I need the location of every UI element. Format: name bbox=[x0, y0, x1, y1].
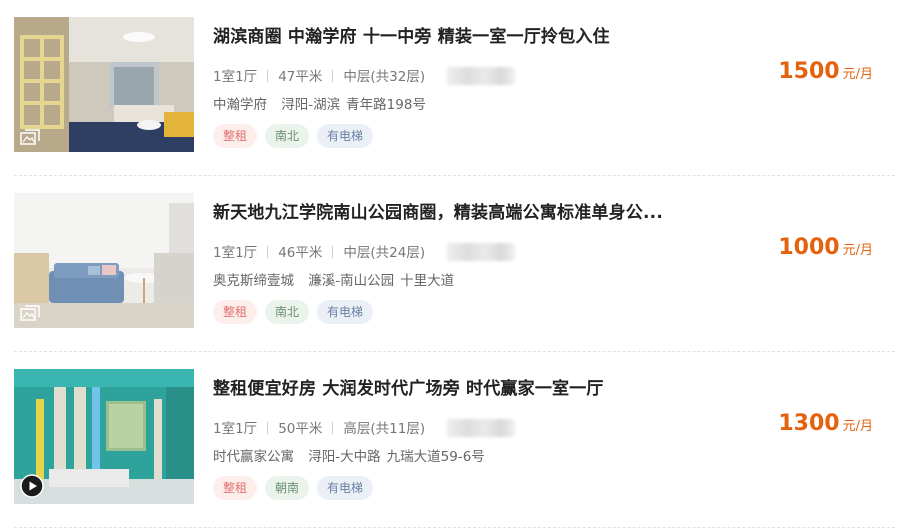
tag-rent-type: 整租 bbox=[213, 476, 258, 500]
room-layout: 1室1厅 bbox=[213, 421, 258, 437]
listing-tags: 整租 南北 有电梯 bbox=[213, 300, 381, 324]
price-unit: 元/月 bbox=[842, 243, 873, 258]
tag-rent-type: 整租 bbox=[213, 124, 258, 148]
price-value: 1500 bbox=[778, 59, 840, 84]
listing-item[interactable]: 新天地九江学院南山公园商圈，精装高端公寓标准单身公... 1室1厅 46平米 中层(… bbox=[0, 176, 899, 352]
listing-title[interactable]: 湖滨商圈 中瀚学府 十一中旁 精装一室一厅拎包入住 bbox=[213, 22, 610, 47]
tag-orientation: 朝南 bbox=[265, 476, 310, 500]
divider bbox=[332, 246, 334, 258]
road-text: 青年路198号 bbox=[346, 97, 426, 113]
room-floor: 高层(共11层) bbox=[343, 421, 426, 437]
price-unit: 元/月 bbox=[842, 67, 873, 82]
listing-photo[interactable] bbox=[14, 369, 194, 504]
listing-list: 湖滨商圈 中瀚学府 十一中旁 精装一室一厅拎包入住 1室1厅 47平米 中层(共32… bbox=[0, 0, 899, 528]
listing-address: 时代赢家公寓 浔阳-大中路 九瑞大道59-6号 bbox=[213, 445, 485, 465]
room-layout: 1室1厅 bbox=[213, 245, 258, 261]
community-link[interactable]: 中瀚学府 bbox=[213, 97, 267, 113]
price-value: 1300 bbox=[778, 411, 840, 436]
room-area: 50平米 bbox=[278, 421, 323, 437]
gallery-icon bbox=[20, 129, 40, 146]
district-link[interactable]: 浔阳-大中路 bbox=[308, 449, 380, 465]
blurred-info bbox=[447, 419, 516, 437]
gallery-icon bbox=[20, 305, 40, 322]
district-link[interactable]: 浔阳-湖滨 bbox=[281, 97, 340, 113]
tag-elevator: 有电梯 bbox=[317, 476, 374, 500]
price-value: 1000 bbox=[778, 235, 840, 260]
listing-tags: 整租 朝南 有电梯 bbox=[213, 476, 381, 500]
divider bbox=[332, 70, 334, 82]
listing-meta: 1室1厅 50平米 高层(共11层) bbox=[213, 417, 516, 437]
tag-orientation: 南北 bbox=[265, 300, 310, 324]
tag-rent-type: 整租 bbox=[213, 300, 258, 324]
blurred-info bbox=[447, 67, 516, 85]
district-link[interactable]: 濂溪-南山公园 bbox=[308, 273, 394, 289]
blurred-info bbox=[447, 243, 516, 261]
listing-address: 奥克斯缔壹城 濂溪-南山公园 十里大道 bbox=[213, 269, 454, 289]
listing-title[interactable]: 新天地九江学院南山公园商圈，精装高端公寓标准单身公... bbox=[213, 198, 663, 223]
listing-item[interactable]: 湖滨商圈 中瀚学府 十一中旁 精装一室一厅拎包入住 1室1厅 47平米 中层(共32… bbox=[0, 0, 899, 176]
divider bbox=[332, 422, 334, 434]
listing-price: 1000 元/月 bbox=[778, 235, 873, 260]
road-text: 九瑞大道59-6号 bbox=[386, 449, 485, 465]
divider bbox=[267, 246, 269, 258]
listing-meta: 1室1厅 46平米 中层(共24层) bbox=[213, 241, 516, 261]
room-floor: 中层(共32层) bbox=[343, 69, 426, 85]
listing-meta: 1室1厅 47平米 中层(共32层) bbox=[213, 65, 516, 85]
listing-price: 1300 元/月 bbox=[778, 411, 873, 436]
listing-address: 中瀚学府 浔阳-湖滨 青年路198号 bbox=[213, 93, 426, 113]
community-link[interactable]: 时代赢家公寓 bbox=[213, 449, 294, 465]
divider bbox=[267, 422, 269, 434]
room-floor: 中层(共24层) bbox=[343, 245, 426, 261]
room-layout: 1室1厅 bbox=[213, 69, 258, 85]
listing-item[interactable]: 整租便宜好房 大润发时代广场旁 时代赢家一室一厅 1室1厅 50平米 高层(共11层… bbox=[0, 352, 899, 528]
divider bbox=[267, 70, 269, 82]
community-link[interactable]: 奥克斯缔壹城 bbox=[213, 273, 294, 289]
tag-orientation: 南北 bbox=[265, 124, 310, 148]
listing-price: 1500 元/月 bbox=[778, 59, 873, 84]
room-area: 46平米 bbox=[278, 245, 323, 261]
listing-photo[interactable] bbox=[14, 193, 194, 328]
video-play-icon[interactable] bbox=[20, 474, 44, 498]
room-area: 47平米 bbox=[278, 69, 323, 85]
listing-photo[interactable] bbox=[14, 17, 194, 152]
road-text: 十里大道 bbox=[400, 273, 455, 289]
listing-title[interactable]: 整租便宜好房 大润发时代广场旁 时代赢家一室一厅 bbox=[213, 374, 604, 399]
tag-elevator: 有电梯 bbox=[317, 300, 374, 324]
tag-elevator: 有电梯 bbox=[317, 124, 374, 148]
price-unit: 元/月 bbox=[842, 419, 873, 434]
listing-tags: 整租 南北 有电梯 bbox=[213, 124, 381, 148]
